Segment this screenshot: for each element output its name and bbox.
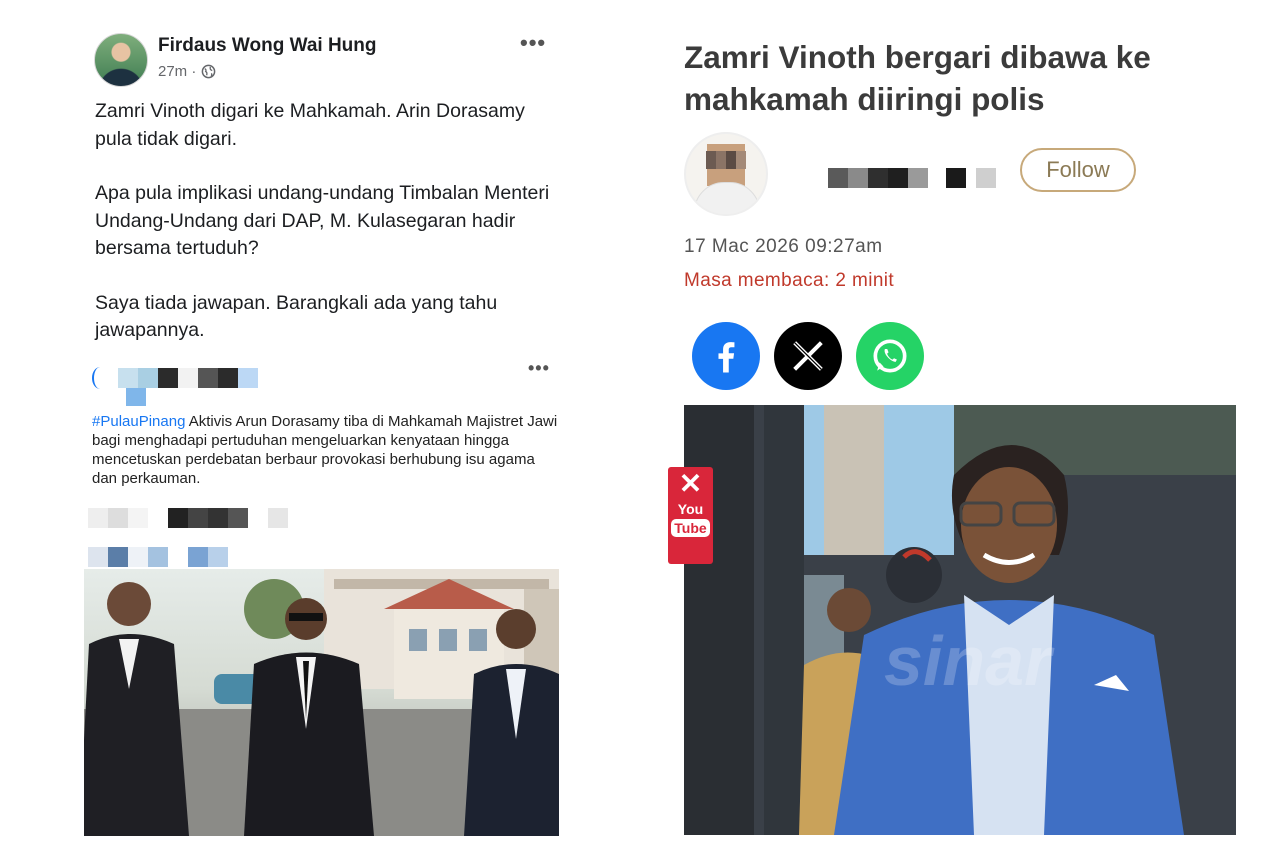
- shared-post-options-icon[interactable]: •••: [528, 358, 550, 379]
- post-meta: 27m ·: [158, 63, 216, 80]
- censored-page-name: [118, 368, 258, 388]
- x-share-icon[interactable]: [774, 322, 842, 390]
- article-date: 17 Mac 2026 09:27am: [684, 236, 883, 257]
- youtube-logo-you: You: [677, 501, 704, 517]
- censored-page-meta: [126, 388, 146, 406]
- post-paragraph: Apa pula implikasi undang-undang Timbala…: [95, 182, 550, 259]
- article-photo[interactable]: sinar: [684, 405, 1236, 835]
- author-avatar-censored[interactable]: [684, 132, 768, 216]
- censored-line-1: [88, 508, 288, 528]
- shared-post-header[interactable]: [92, 366, 258, 390]
- post-time[interactable]: 27m ·: [158, 63, 196, 80]
- youtube-badge[interactable]: ✕ You Tube: [668, 467, 713, 564]
- author-avatar[interactable]: [94, 33, 148, 87]
- author-body: [694, 182, 760, 214]
- court-arrival-photo: [84, 569, 559, 836]
- shared-post-text: #PulauPinang Aktivis Arun Dorasamy tiba …: [92, 412, 562, 488]
- censor-mosaic: [706, 151, 746, 169]
- post-options-icon[interactable]: •••: [520, 30, 546, 56]
- facebook-share-icon[interactable]: [692, 322, 760, 390]
- post-paragraph: Saya tiada jawapan. Barangkali ada yang …: [95, 291, 498, 342]
- article-read-time: Masa membaca: 2 minit: [684, 270, 895, 291]
- post-body: Zamri Vinoth digari ke Mahkamah. Arin Do…: [95, 98, 565, 372]
- article-title: Zamri Vinoth bergari dibawa ke mahkamah …: [684, 39, 1151, 117]
- youtube-logo-tube: Tube: [671, 519, 710, 537]
- watermark: sinar: [884, 622, 1055, 700]
- defendant-photo: sinar: [684, 405, 1236, 835]
- censored-line-2: [88, 547, 228, 567]
- follow-button[interactable]: Follow: [1020, 148, 1136, 192]
- shared-post-photo[interactable]: [84, 569, 559, 836]
- post-paragraph: Zamri Vinoth digari ke Mahkamah. Arin Do…: [95, 100, 525, 150]
- close-icon[interactable]: ✕: [679, 469, 702, 499]
- shared-avatar-icon: [92, 367, 108, 389]
- facebook-post: Firdaus Wong Wai Hung 27m · ••• Zamri Vi…: [0, 0, 640, 853]
- whatsapp-share-icon[interactable]: [856, 322, 924, 390]
- hashtag-link[interactable]: #PulauPinang: [92, 413, 185, 430]
- post-author-name[interactable]: Firdaus Wong Wai Hung: [158, 35, 376, 57]
- author-name-censored[interactable]: [828, 168, 996, 188]
- globe-icon: [202, 64, 216, 79]
